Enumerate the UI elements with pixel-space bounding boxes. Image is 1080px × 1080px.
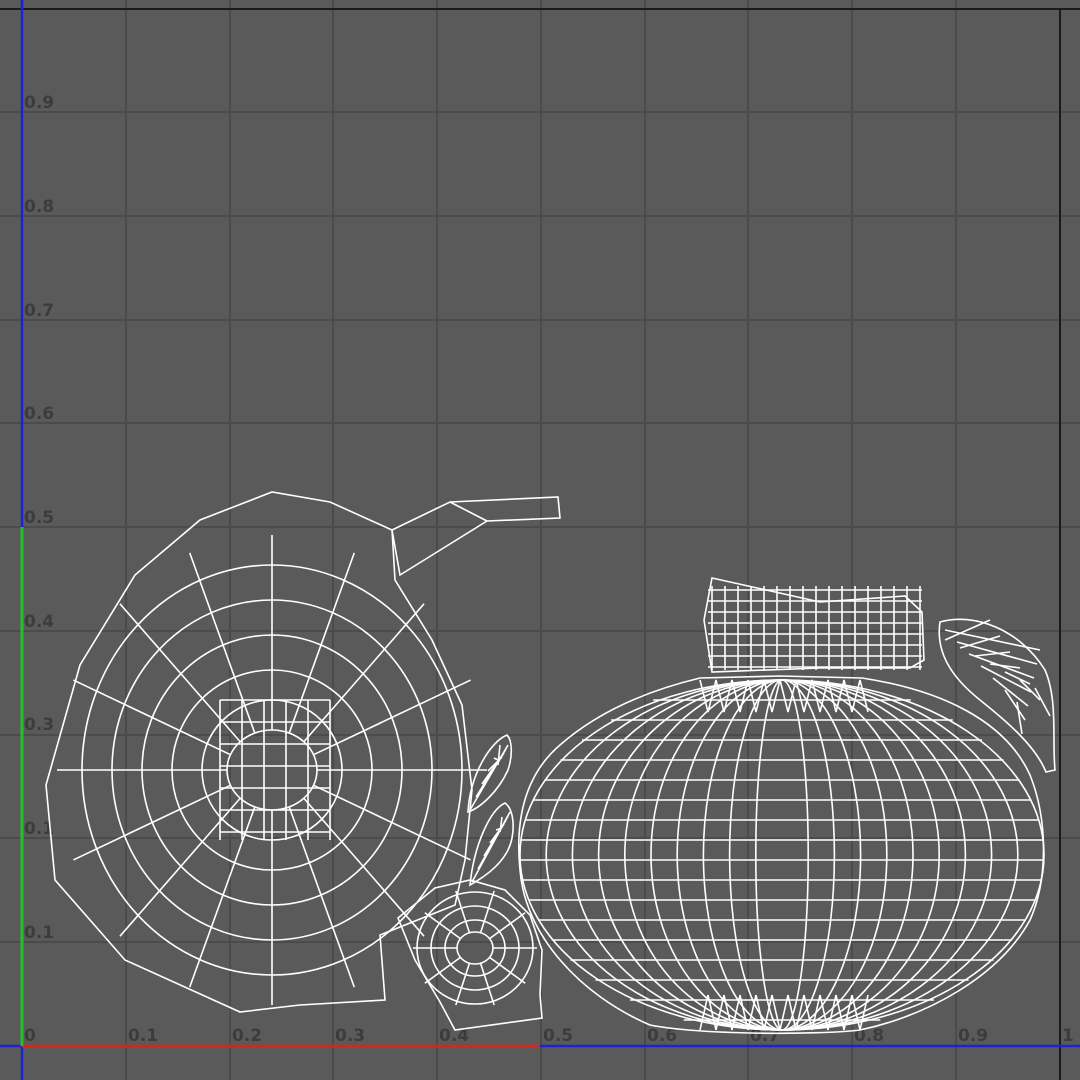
origin-label: 0	[24, 1026, 36, 1046]
mesh-wire-detail	[57, 535, 1051, 1031]
apple-stem-shell[interactable]	[703, 577, 925, 673]
v-tick-label: 0.9	[24, 93, 54, 113]
v-tick-label: 0.3	[24, 715, 54, 735]
u-tick-label: 0.1	[128, 1026, 158, 1046]
u-tick-label: 0.5	[543, 1026, 573, 1046]
pear-stem-shell[interactable]	[391, 496, 561, 577]
v-tick-label: 0.5	[24, 508, 54, 528]
uv-grid	[0, 0, 1080, 1080]
u-tick-label: 1	[1062, 1026, 1074, 1046]
cap-shell[interactable]	[397, 879, 543, 1031]
axis-labels: 0 0.1 0.2 0.3 0.4 0.5 0.6 0.7 0.8 0.9 1 …	[24, 93, 1074, 1046]
u-tick-label: 0.8	[854, 1026, 884, 1046]
v-tick-label: 0.8	[24, 197, 54, 217]
v-tick-label: 0.7	[24, 301, 54, 321]
v-tick-label: 0.1	[24, 923, 54, 943]
u-tick-label: 0.2	[232, 1026, 262, 1046]
v-tick-label: 0.4	[24, 612, 54, 632]
u-tick-label: 0.3	[335, 1026, 365, 1046]
uv-shells[interactable]	[45, 491, 1056, 1035]
uv-editor-viewport[interactable]: 0 0.1 0.2 0.3 0.4 0.5 0.6 0.7 0.8 0.9 1 …	[0, 0, 1080, 1080]
u-tick-label: 0.9	[958, 1026, 988, 1046]
v-tick-label: 0.6	[24, 404, 54, 424]
uv-canvas[interactable]: 0 0.1 0.2 0.3 0.4 0.5 0.6 0.7 0.8 0.9 1 …	[0, 0, 1080, 1080]
